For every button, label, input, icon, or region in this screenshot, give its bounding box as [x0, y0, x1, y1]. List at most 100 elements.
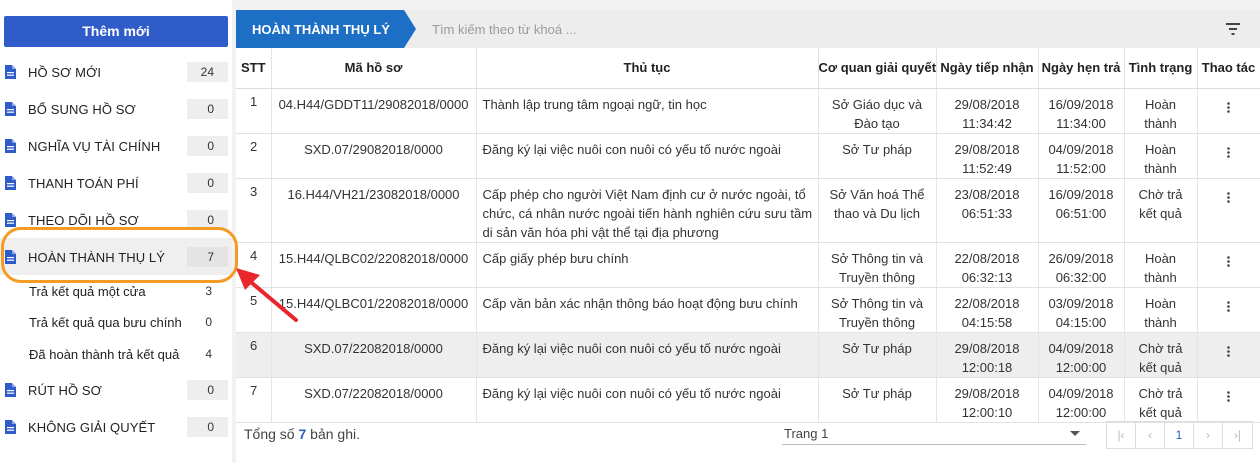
received-date: 29/08/2018	[954, 385, 1020, 401]
due-date: 04/09/2018	[1048, 340, 1114, 356]
cell-procedure: Cấp giấy phép bưu chính	[476, 242, 819, 288]
cell-actions	[1197, 242, 1260, 288]
sidebar-item-label: HOÀN THÀNH THỤ LÝ	[28, 250, 166, 265]
received-time: 11:34:42	[962, 115, 1012, 131]
cell-received-date: 22/08/2018 06:32:13	[936, 242, 1039, 288]
table-row[interactable]: 7 SXD.07/22082018/0000 Đăng ký lại việc …	[236, 377, 1260, 423]
cell-agency: Sở Giáo dục và Đào tạo	[818, 88, 937, 134]
more-vertical-icon[interactable]	[1227, 101, 1230, 113]
cell-received-date: 22/08/2018 04:15:58	[936, 287, 1039, 333]
more-vertical-icon[interactable]	[1227, 390, 1230, 402]
cell-stt: 7	[236, 377, 272, 423]
sidebar-item-financial-obligation[interactable]: NGHĨA VỤ TÀI CHÍNH 0	[0, 127, 232, 164]
cell-record-code: 16.H44/VH21/23082018/0000	[271, 178, 477, 243]
last-page-button[interactable]: ›|	[1223, 422, 1252, 448]
document-icon	[5, 176, 16, 190]
column-header-agency[interactable]: Cơ quan giải quyết	[818, 48, 937, 89]
table-row[interactable]: 3 16.H44/VH21/23082018/0000 Cấp phép cho…	[236, 178, 1260, 243]
cell-procedure: Đăng ký lại việc nuôi con nuôi có yếu tố…	[476, 133, 819, 179]
cell-received-date: 23/08/2018 06:51:33	[936, 178, 1039, 243]
document-icon	[5, 383, 16, 397]
more-vertical-icon[interactable]	[1227, 191, 1230, 203]
table-row[interactable]: 2 SXD.07/29082018/0000 Đăng ký lại việc …	[236, 133, 1260, 179]
total-records: Tổng số 7 bản ghi.	[244, 426, 360, 442]
cell-due-date: 16/09/2018 11:34:00	[1038, 88, 1125, 134]
due-date: 26/09/2018	[1048, 250, 1114, 266]
cell-due-date: 04/09/2018 12:00:00	[1038, 377, 1125, 423]
cell-record-code: SXD.07/22082018/0000	[271, 332, 477, 378]
cell-actions	[1197, 332, 1260, 378]
more-vertical-icon[interactable]	[1227, 300, 1230, 312]
table-row[interactable]: 4 15.H44/QLBC02/22082018/0000 Cấp giấy p…	[236, 242, 1260, 288]
document-icon	[5, 213, 16, 227]
sidebar-item-withdraw[interactable]: RÚT HỒ SƠ 0	[0, 371, 232, 408]
cell-status: Hoàn thành	[1124, 133, 1198, 179]
sidebar-subitem-label: Trả kết quả qua bưu chính	[29, 315, 182, 330]
column-header-received-date[interactable]: Ngày tiếp nhận	[936, 48, 1039, 89]
cell-stt: 1	[236, 88, 272, 134]
filter-icon[interactable]	[1226, 23, 1240, 35]
records-table: STT Mã hồ sơ Thủ tục Cơ quan giải quyết …	[236, 48, 1260, 423]
prev-page-button[interactable]: ‹	[1136, 422, 1165, 448]
cell-status: Chờ trả kết quả	[1124, 178, 1198, 243]
received-date: 29/08/2018	[954, 141, 1020, 157]
sidebar-subitem-return-by-post[interactable]: Trả kết quả qua bưu chính 0	[0, 307, 232, 338]
column-header-stt[interactable]: STT	[236, 48, 272, 89]
cell-agency: Sở Tư pháp	[818, 332, 937, 378]
column-header-procedure[interactable]: Thủ tục	[476, 48, 819, 89]
due-time: 12:00:00	[1055, 404, 1107, 420]
cell-actions	[1197, 133, 1260, 179]
page-select[interactable]: Trang 1	[782, 423, 1086, 445]
sidebar-item-count: 7	[187, 247, 228, 267]
cell-actions	[1197, 377, 1260, 423]
table-row[interactable]: 6 SXD.07/22082018/0000 Đăng ký lại việc …	[236, 332, 1260, 378]
next-page-button[interactable]: ›	[1194, 422, 1223, 448]
sidebar-item-tracking[interactable]: THEO DÕI HỒ SƠ 0	[0, 201, 232, 238]
sidebar-subitem-label: Trả kết quả một cửa	[29, 284, 146, 299]
sidebar-subitem-returned[interactable]: Đã hoàn thành trả kết quả 4	[0, 339, 232, 370]
received-date: 22/08/2018	[954, 250, 1020, 266]
document-icon	[5, 250, 16, 264]
cell-status: Hoàn thành	[1124, 242, 1198, 288]
column-header-actions: Thao tác	[1197, 48, 1260, 89]
more-vertical-icon[interactable]	[1227, 255, 1230, 267]
sidebar-item-count: 24	[187, 62, 228, 82]
sidebar-subitem-count: 0	[205, 315, 212, 329]
cell-procedure: Đăng ký lại việc nuôi con nuôi có yếu tố…	[476, 377, 819, 423]
page-number-button[interactable]: 1	[1165, 422, 1194, 448]
column-header-record-code[interactable]: Mã hồ sơ	[271, 48, 477, 89]
add-new-button[interactable]: Thêm mới	[4, 16, 228, 47]
cell-received-date: 29/08/2018 11:34:42	[936, 88, 1039, 134]
cell-agency: Sở Tư pháp	[818, 377, 937, 423]
sidebar-item-supplement[interactable]: BỔ SUNG HỒ SƠ 0	[0, 90, 232, 127]
more-vertical-icon[interactable]	[1227, 146, 1230, 158]
due-time: 12:00:00	[1055, 359, 1107, 375]
sidebar-item-label: THANH TOÁN PHÍ	[28, 176, 139, 191]
sidebar-subitem-return-one-stop[interactable]: Trả kết quả một cửa 3	[0, 276, 232, 307]
cell-received-date: 29/08/2018 12:00:18	[936, 332, 1039, 378]
sidebar-item-fee-payment[interactable]: THANH TOÁN PHÍ 0	[0, 164, 232, 201]
more-vertical-icon[interactable]	[1227, 345, 1230, 357]
cell-received-date: 29/08/2018 12:00:10	[936, 377, 1039, 423]
cell-due-date: 04/09/2018 12:00:00	[1038, 332, 1125, 378]
pagination: |‹ ‹ 1 › ›|	[1106, 421, 1253, 449]
cell-agency: Sở Thông tin và Truyền thông	[818, 287, 937, 333]
cell-record-code: SXD.07/29082018/0000	[271, 133, 477, 179]
sidebar-item-not-resolved[interactable]: KHÔNG GIẢI QUYẾT 0	[0, 408, 232, 445]
cell-actions	[1197, 287, 1260, 333]
table-row[interactable]: 5 15.H44/QLBC01/22082018/0000 Cấp văn bả…	[236, 287, 1260, 333]
due-time: 11:34:00	[1056, 115, 1106, 131]
first-page-button[interactable]: |‹	[1107, 422, 1136, 448]
document-icon	[5, 139, 16, 153]
sidebar-item-new-records[interactable]: HỒ SƠ MỚI 24	[0, 53, 232, 90]
due-date: 16/09/2018	[1048, 186, 1114, 202]
search-input[interactable]	[432, 18, 992, 40]
app-window: Thêm mới HỒ SƠ MỚI 24 BỔ SUNG HỒ SƠ 0 NG…	[0, 0, 1260, 463]
sidebar-subitem-count: 3	[205, 284, 212, 298]
table-row[interactable]: 1 04.H44/GDDT11/29082018/0000 Thành lập …	[236, 88, 1260, 134]
column-header-status[interactable]: Tình trạng	[1124, 48, 1198, 89]
due-date: 16/09/2018	[1048, 96, 1114, 112]
sidebar-item-completed-processing[interactable]: HOÀN THÀNH THỤ LÝ 7	[0, 238, 232, 275]
column-header-due-date[interactable]: Ngày hẹn trả	[1038, 48, 1125, 89]
due-date: 04/09/2018	[1048, 141, 1114, 157]
